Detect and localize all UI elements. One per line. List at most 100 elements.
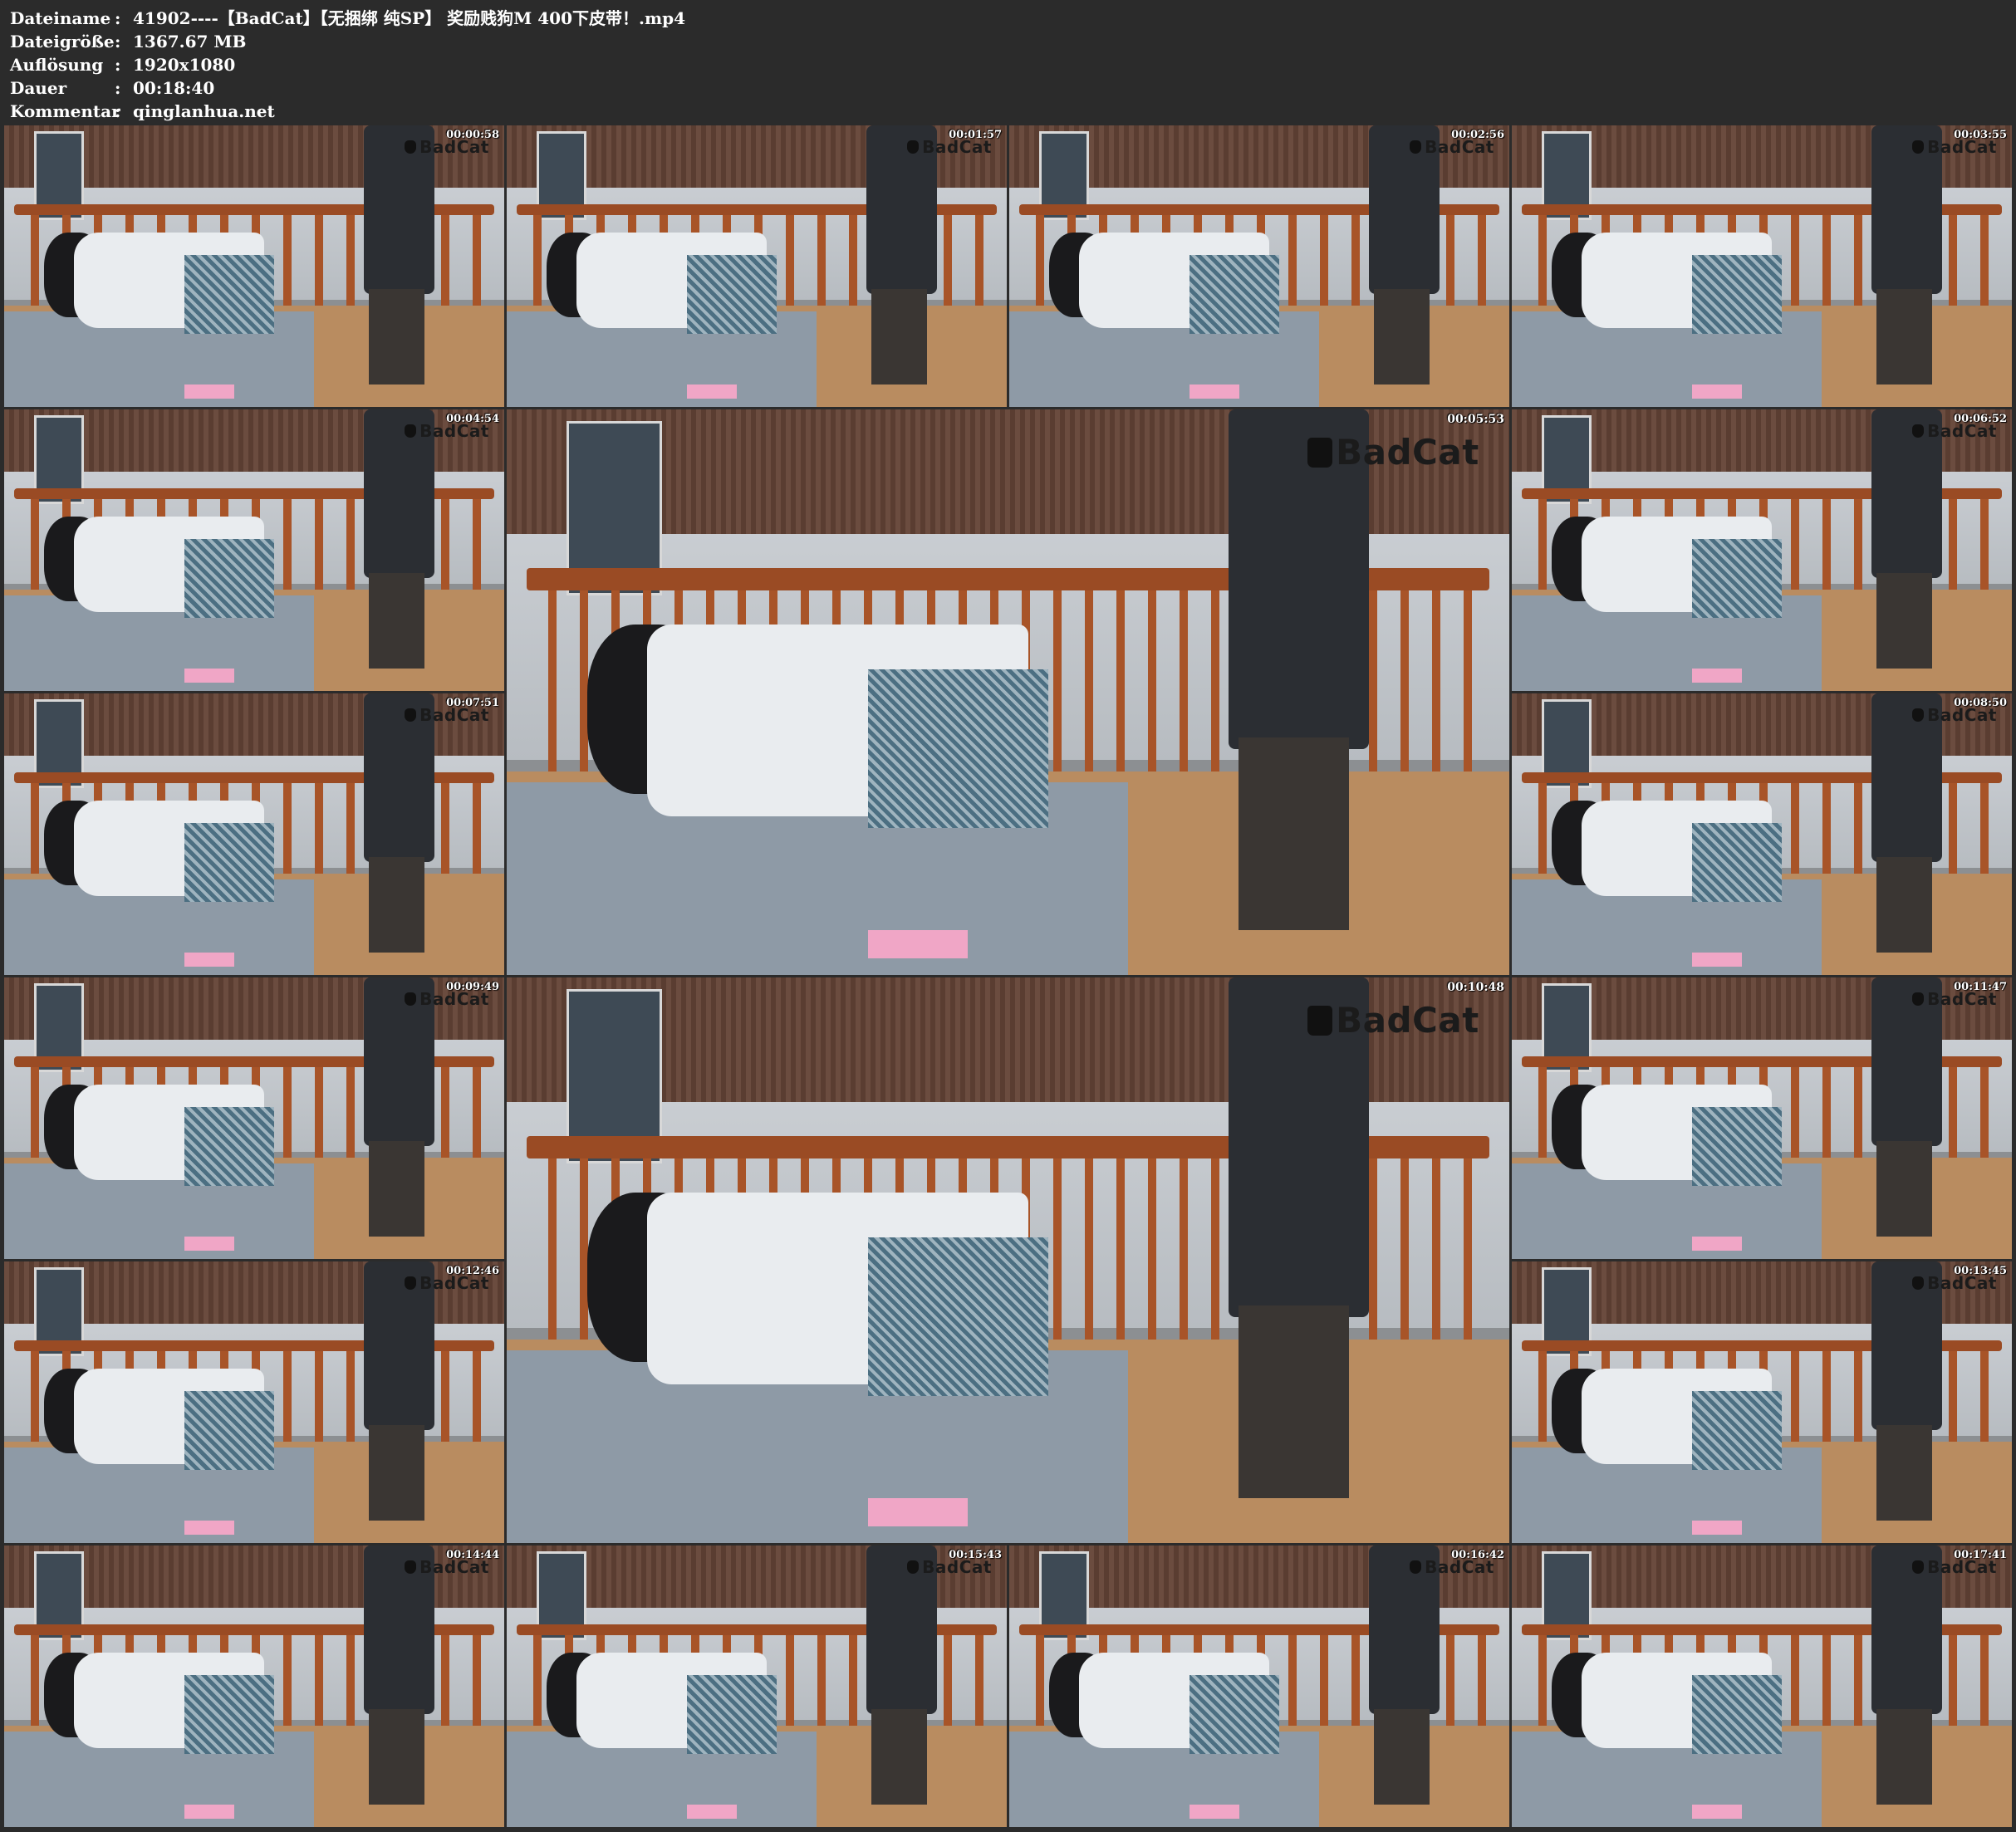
video-thumbnail: BadCat 00:12:46 bbox=[4, 1261, 504, 1543]
video-thumbnail: BadCat 00:00:58 bbox=[4, 125, 504, 407]
scene-notebook bbox=[1691, 952, 1742, 967]
scene-notebook bbox=[686, 1804, 737, 1819]
logo-text: BadCat bbox=[1336, 432, 1479, 473]
badcat-logo: BadCat bbox=[1307, 432, 1479, 473]
timestamp: 00:13:45 bbox=[1954, 1265, 2007, 1277]
info-key: Dateigröße bbox=[10, 32, 115, 51]
video-thumbnail: BadCat 00:15:43 bbox=[507, 1545, 1007, 1827]
video-thumbnail: BadCat 00:06:52 bbox=[1512, 409, 2012, 691]
info-key: Auflösung bbox=[10, 55, 104, 75]
video-thumbnail: BadCat 00:16:42 bbox=[1009, 1545, 1509, 1827]
scene-notebook bbox=[1691, 384, 1742, 399]
scene-notebook bbox=[1691, 1520, 1742, 1535]
timestamp: 00:14:44 bbox=[446, 1549, 499, 1561]
scene-notebook bbox=[867, 1497, 969, 1526]
scene-skirt bbox=[867, 1237, 1048, 1396]
timestamp: 00:16:42 bbox=[1451, 1549, 1504, 1561]
scene-notebook bbox=[184, 952, 234, 967]
badcat-logo: BadCat bbox=[1307, 1000, 1479, 1041]
scene-notebook bbox=[184, 1236, 234, 1251]
scene-skirt bbox=[1691, 538, 1783, 618]
scene-notebook bbox=[184, 1520, 234, 1535]
video-thumbnail: BadCat 00:02:56 bbox=[1009, 125, 1509, 407]
info-separator: : bbox=[115, 8, 121, 28]
video-thumbnail: BadCat 00:13:45 bbox=[1512, 1261, 2012, 1543]
cat-icon bbox=[1307, 1005, 1333, 1036]
scene-notebook bbox=[184, 384, 234, 399]
scene-skirt bbox=[1691, 1106, 1783, 1186]
scene-skirt bbox=[1189, 1674, 1280, 1754]
timestamp: 00:01:57 bbox=[949, 129, 1002, 141]
timestamp: 00:04:54 bbox=[446, 413, 499, 425]
scene-legs bbox=[1876, 856, 1932, 953]
cat-icon bbox=[405, 992, 417, 1006]
cat-icon bbox=[405, 708, 417, 722]
video-thumbnail: BadCat 00:07:51 bbox=[4, 693, 504, 975]
info-row-comment: Kommentar : qinglanhua.net bbox=[10, 100, 2004, 123]
cat-icon bbox=[1912, 708, 1925, 722]
scene-skirt bbox=[1691, 1674, 1783, 1754]
info-value: qinglanhua.net bbox=[133, 101, 275, 121]
timestamp: 00:10:48 bbox=[1447, 981, 1504, 994]
file-info-header: Dateiname : 41902----【BadCat】【无捆绑 纯SP】 奖… bbox=[10, 7, 2004, 123]
scene-skirt bbox=[1189, 254, 1280, 334]
info-row-filesize: Dateigröße : 1367.67 MB bbox=[10, 30, 2004, 53]
scene-skirt bbox=[686, 254, 777, 334]
scene-legs bbox=[871, 288, 927, 385]
scene-legs bbox=[1374, 1708, 1430, 1805]
scene-notebook bbox=[184, 668, 234, 683]
scene-skirt bbox=[184, 1674, 275, 1754]
cat-icon bbox=[907, 140, 920, 154]
timestamp: 00:07:51 bbox=[446, 697, 499, 709]
video-thumbnail: BadCat 00:11:47 bbox=[1512, 977, 2012, 1259]
scene-skirt bbox=[1691, 254, 1783, 334]
timestamp: 00:06:52 bbox=[1954, 413, 2007, 425]
cat-icon bbox=[405, 1276, 417, 1290]
info-value: 41902----【BadCat】【无捆绑 纯SP】 奖励贱狗M 400下皮带！… bbox=[133, 8, 686, 28]
scene-legs bbox=[1374, 288, 1430, 385]
info-key: Dateiname bbox=[10, 8, 111, 28]
scene-skirt bbox=[184, 1390, 275, 1470]
cat-icon bbox=[1912, 140, 1925, 154]
scene-legs bbox=[369, 288, 424, 385]
timestamp: 00:05:53 bbox=[1447, 413, 1504, 426]
info-value: 00:18:40 bbox=[133, 78, 215, 98]
scene-skirt bbox=[184, 1106, 275, 1186]
timestamp: 00:09:49 bbox=[446, 981, 499, 993]
video-thumbnail: BadCat 00:08:50 bbox=[1512, 693, 2012, 975]
scene-skirt bbox=[1691, 822, 1783, 902]
scene-legs bbox=[369, 1708, 424, 1805]
scene-legs bbox=[369, 1424, 424, 1521]
scene-legs bbox=[1876, 1708, 1932, 1805]
scene-notebook bbox=[1691, 1236, 1742, 1251]
scene-legs bbox=[1239, 1305, 1349, 1498]
info-key: Kommentar bbox=[10, 101, 120, 121]
cat-icon bbox=[1410, 140, 1422, 154]
timestamp: 00:03:55 bbox=[1954, 129, 2007, 141]
scene-skirt bbox=[184, 254, 275, 334]
timestamp: 00:08:50 bbox=[1954, 697, 2007, 709]
scene-notebook bbox=[1691, 1804, 1742, 1819]
info-separator: : bbox=[115, 55, 121, 75]
video-thumbnail: BadCat 00:01:57 bbox=[507, 125, 1007, 407]
cat-icon bbox=[907, 1560, 920, 1574]
cat-icon bbox=[1410, 1560, 1422, 1574]
scene-skirt bbox=[184, 538, 275, 618]
scene-notebook bbox=[867, 929, 969, 958]
cat-icon bbox=[1912, 992, 1925, 1006]
timestamp: 00:00:58 bbox=[446, 129, 499, 141]
info-separator: : bbox=[115, 78, 121, 98]
logo-text: BadCat bbox=[1336, 1000, 1479, 1041]
scene-legs bbox=[871, 1708, 927, 1805]
info-row-resolution: Auflösung : 1920x1080 bbox=[10, 53, 2004, 76]
info-value: 1367.67 MB bbox=[133, 32, 247, 51]
scene-skirt bbox=[867, 669, 1048, 828]
cat-icon bbox=[1912, 1276, 1925, 1290]
scene-notebook bbox=[1189, 1804, 1239, 1819]
timestamp: 00:02:56 bbox=[1451, 129, 1504, 141]
cat-icon bbox=[405, 140, 417, 154]
scene-notebook bbox=[1691, 668, 1742, 683]
video-thumbnail: BadCat 00:10:48 bbox=[507, 977, 1509, 1543]
thumbnail-grid: BadCat 00:00:58 BadCat 00:01:57 BadCat 00:02:… bbox=[4, 125, 2016, 1832]
info-separator: : bbox=[115, 32, 121, 51]
